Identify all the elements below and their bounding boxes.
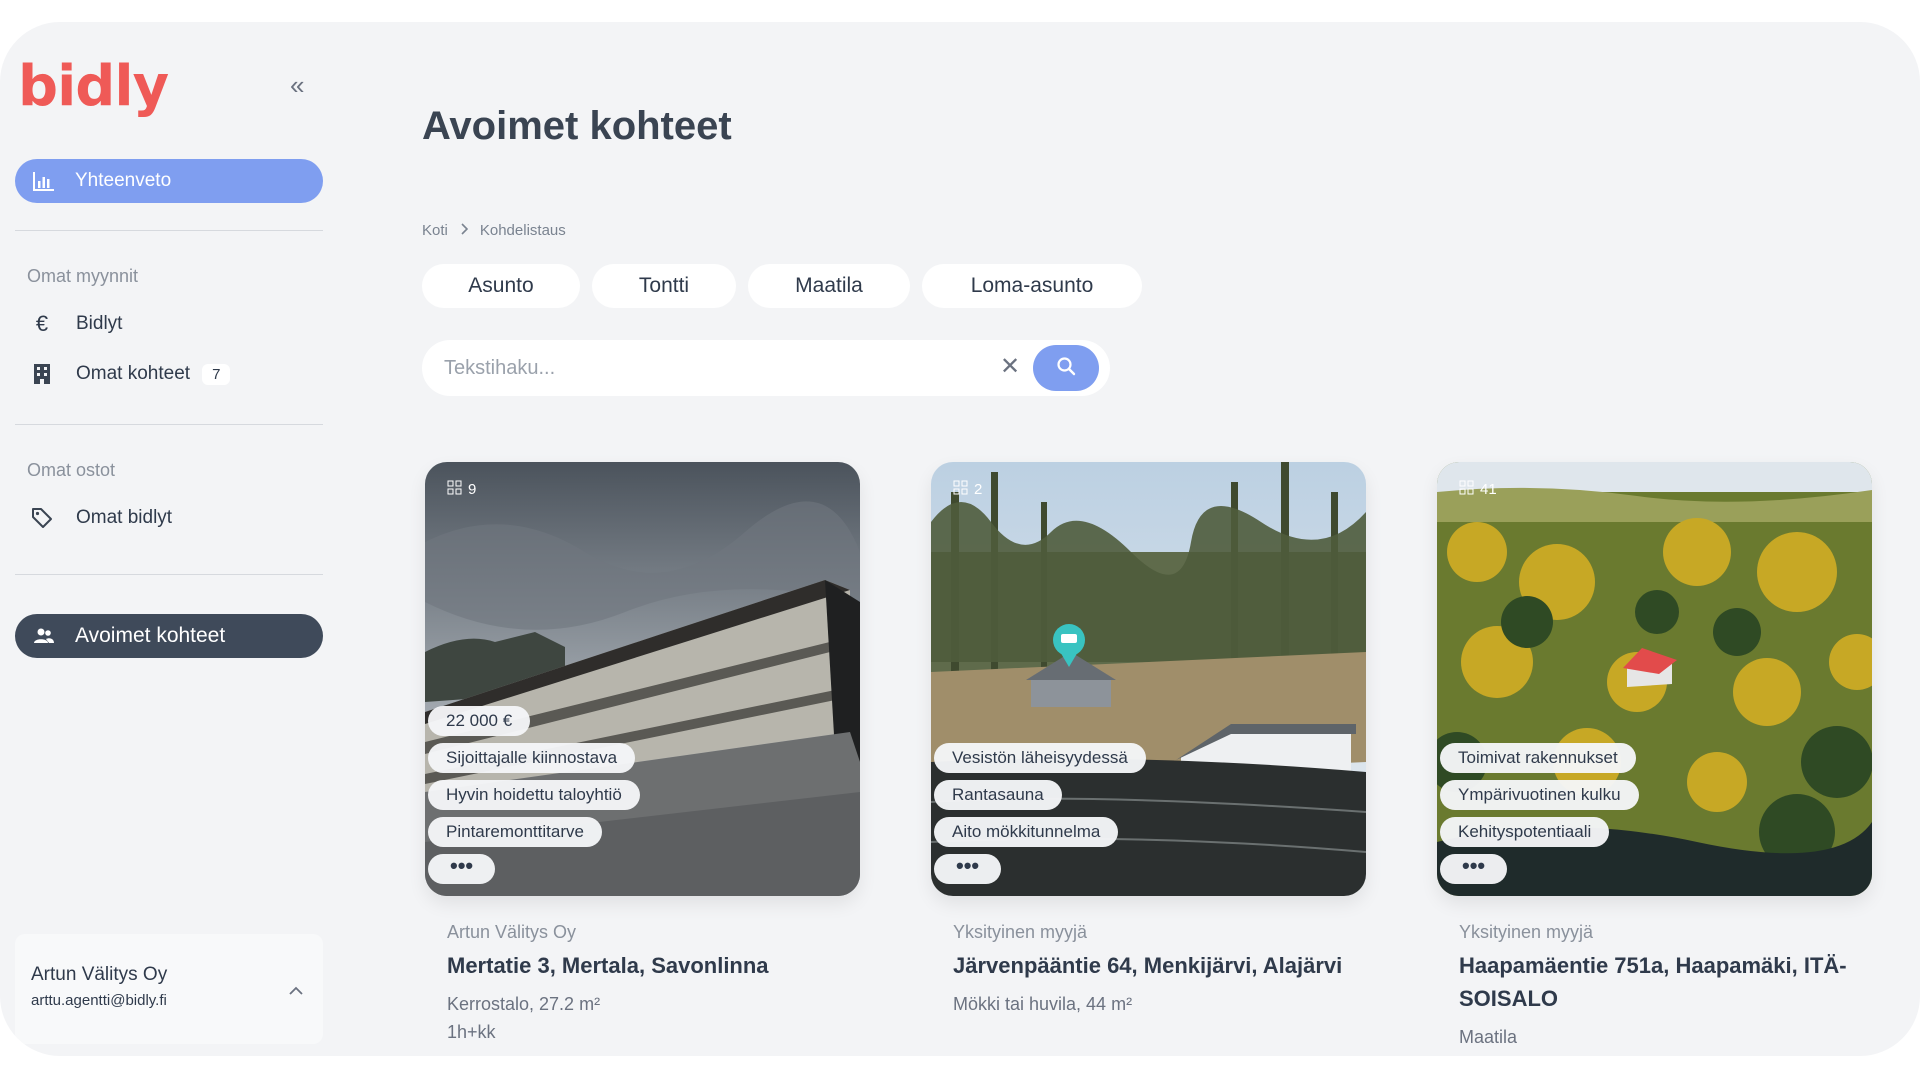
- listing-address[interactable]: Mertatie 3, Mertala, Savonlinna: [447, 949, 857, 982]
- photo-count-value: 2: [974, 481, 983, 498]
- breadcrumb-current: Kohdelistaus: [479, 222, 566, 239]
- search-input[interactable]: [444, 352, 984, 384]
- listing-card[interactable]: 9 22 000 € Sijoittajalle kiinnostava Hyv…: [425, 462, 860, 1046]
- sidebar-divider: [15, 230, 323, 231]
- listing-seller: Yksityinen myyjä: [1459, 922, 1594, 942]
- listing-type: Kerrostalo, 27.2 m²: [447, 994, 601, 1014]
- photo-count-value: 41: [1480, 481, 1497, 498]
- search-button[interactable]: [1033, 345, 1099, 391]
- listing-tags: Toimivat rakennukset Ympärivuotinen kulk…: [1440, 743, 1639, 884]
- feature-tag: Sijoittajalle kiinnostava: [428, 743, 636, 773]
- sidebar-item-omat-bidlyt[interactable]: Omat bidlyt: [30, 500, 172, 536]
- bidly-logo[interactable]: bidly: [18, 54, 169, 119]
- page-title: Avoimet kohteet: [422, 104, 732, 148]
- more-tags-button[interactable]: •••: [1440, 854, 1508, 884]
- clear-search-button[interactable]: ✕: [1000, 352, 1020, 381]
- listing-seller: Yksityinen myyjä: [953, 922, 1088, 942]
- double-chevron-left-icon: «: [290, 70, 305, 100]
- price-badge: 22 000 €: [428, 706, 531, 736]
- section-label-omat-myynnit: Omat myynnit: [27, 266, 139, 286]
- breadcrumb-koti[interactable]: Koti: [422, 222, 448, 239]
- grid-icon: [1459, 480, 1474, 499]
- photo-count: 9: [447, 480, 476, 499]
- sidebar-divider: [15, 574, 323, 575]
- listing-card[interactable]: 41 Toimivat rakennukset Ympärivuotinen k…: [1437, 462, 1872, 1051]
- chevron-right-icon: [460, 222, 468, 239]
- bar-chart-icon: [31, 168, 57, 194]
- tab-loma-asunto[interactable]: Loma-asunto: [922, 264, 1142, 308]
- sidebar-item-label: Yhteenveto: [75, 170, 172, 191]
- app-frame: bidly « Yhteenveto Omat myynnit € Bidlyt…: [0, 22, 1920, 1056]
- chevron-up-icon: [289, 980, 303, 1001]
- grid-icon: [447, 480, 462, 499]
- sidebar-item-omat-kohteet[interactable]: Omat kohteet 7: [30, 356, 231, 392]
- listing-type: Maatila: [1459, 1027, 1518, 1047]
- sidebar-item-yhteenveto[interactable]: Yhteenveto: [15, 159, 323, 203]
- breadcrumb: Koti Kohdelistaus: [422, 222, 566, 239]
- collapse-sidebar-button[interactable]: «: [290, 70, 304, 101]
- listing-address[interactable]: Haapamäentie 751a, Haapamäki, ITÄ-SOISAL…: [1459, 949, 1869, 1015]
- count-badge: 7: [202, 363, 231, 385]
- listing-rooms: 1h+kk: [447, 1022, 496, 1042]
- user-account-menu[interactable]: Artun Välitys Oy arttu.agentti@bidly.fi: [15, 934, 323, 1044]
- property-type-tabs: Asunto Tontti Maatila Loma-asunto: [422, 264, 1142, 308]
- tab-asunto[interactable]: Asunto: [422, 264, 580, 308]
- sidebar-item-avoimet-kohteet[interactable]: Avoimet kohteet: [15, 614, 323, 658]
- sidebar-divider: [15, 424, 323, 425]
- grid-icon: [953, 480, 968, 499]
- tab-tontti[interactable]: Tontti: [592, 264, 736, 308]
- feature-tag: Pintaremonttitarve: [428, 817, 602, 847]
- feature-tag: Vesistön läheisyydessä: [934, 743, 1146, 773]
- sidebar-item-label: Omat kohteet: [76, 363, 191, 384]
- photo-count: 2: [953, 480, 982, 499]
- listing-tags: Vesistön läheisyydessä Rantasauna Aito m…: [934, 743, 1146, 884]
- listing-photo[interactable]: 9 22 000 € Sijoittajalle kiinnostava Hyv…: [425, 462, 860, 896]
- listing-card[interactable]: 2 Vesistön läheisyydessä Rantasauna Aito…: [931, 462, 1366, 1018]
- building-icon: [30, 362, 54, 386]
- feature-tag: Rantasauna: [934, 780, 1062, 810]
- listing-photo[interactable]: 2 Vesistön läheisyydessä Rantasauna Aito…: [931, 462, 1366, 896]
- user-email: arttu.agentti@bidly.fi: [31, 992, 167, 1009]
- feature-tag: Ympärivuotinen kulku: [1440, 780, 1639, 810]
- feature-tag: Kehityspotentiaali: [1440, 817, 1610, 847]
- listing-photo[interactable]: 41 Toimivat rakennukset Ympärivuotinen k…: [1437, 462, 1872, 896]
- photo-count-value: 9: [468, 481, 477, 498]
- feature-tag: Aito mökkitunnelma: [934, 817, 1119, 847]
- tab-maatila[interactable]: Maatila: [748, 264, 910, 308]
- tag-icon: [30, 506, 54, 530]
- sidebar-item-bidlyt[interactable]: € Bidlyt: [30, 306, 123, 342]
- search-icon: [1056, 356, 1076, 381]
- section-label-omat-ostot: Omat ostot: [27, 460, 116, 480]
- sidebar-item-label: Omat bidlyt: [76, 507, 173, 528]
- feature-tag: Toimivat rakennukset: [1440, 743, 1636, 773]
- sidebar-item-label: Bidlyt: [76, 313, 123, 334]
- sidebar-item-label: Avoimet kohteet: [75, 624, 226, 647]
- feature-tag: Hyvin hoidettu taloyhtiö: [428, 780, 640, 810]
- photo-count: 41: [1459, 480, 1497, 499]
- sidebar: bidly « Yhteenveto Omat myynnit € Bidlyt…: [0, 22, 340, 1056]
- users-icon: [31, 623, 57, 649]
- user-name: Artun Välitys Oy: [31, 964, 168, 985]
- listing-seller: Artun Välitys Oy: [447, 922, 577, 942]
- euro-icon: €: [35, 311, 49, 336]
- listing-tags: 22 000 € Sijoittajalle kiinnostava Hyvin…: [428, 706, 640, 884]
- more-tags-button[interactable]: •••: [428, 854, 496, 884]
- close-icon: ✕: [1000, 353, 1021, 380]
- listing-type: Mökki tai huvila, 44 m²: [953, 994, 1133, 1014]
- listing-address[interactable]: Järvenpääntie 64, Menkijärvi, Alajärvi: [953, 949, 1363, 982]
- search-bar: ✕: [422, 340, 1110, 396]
- more-tags-button[interactable]: •••: [934, 854, 1002, 884]
